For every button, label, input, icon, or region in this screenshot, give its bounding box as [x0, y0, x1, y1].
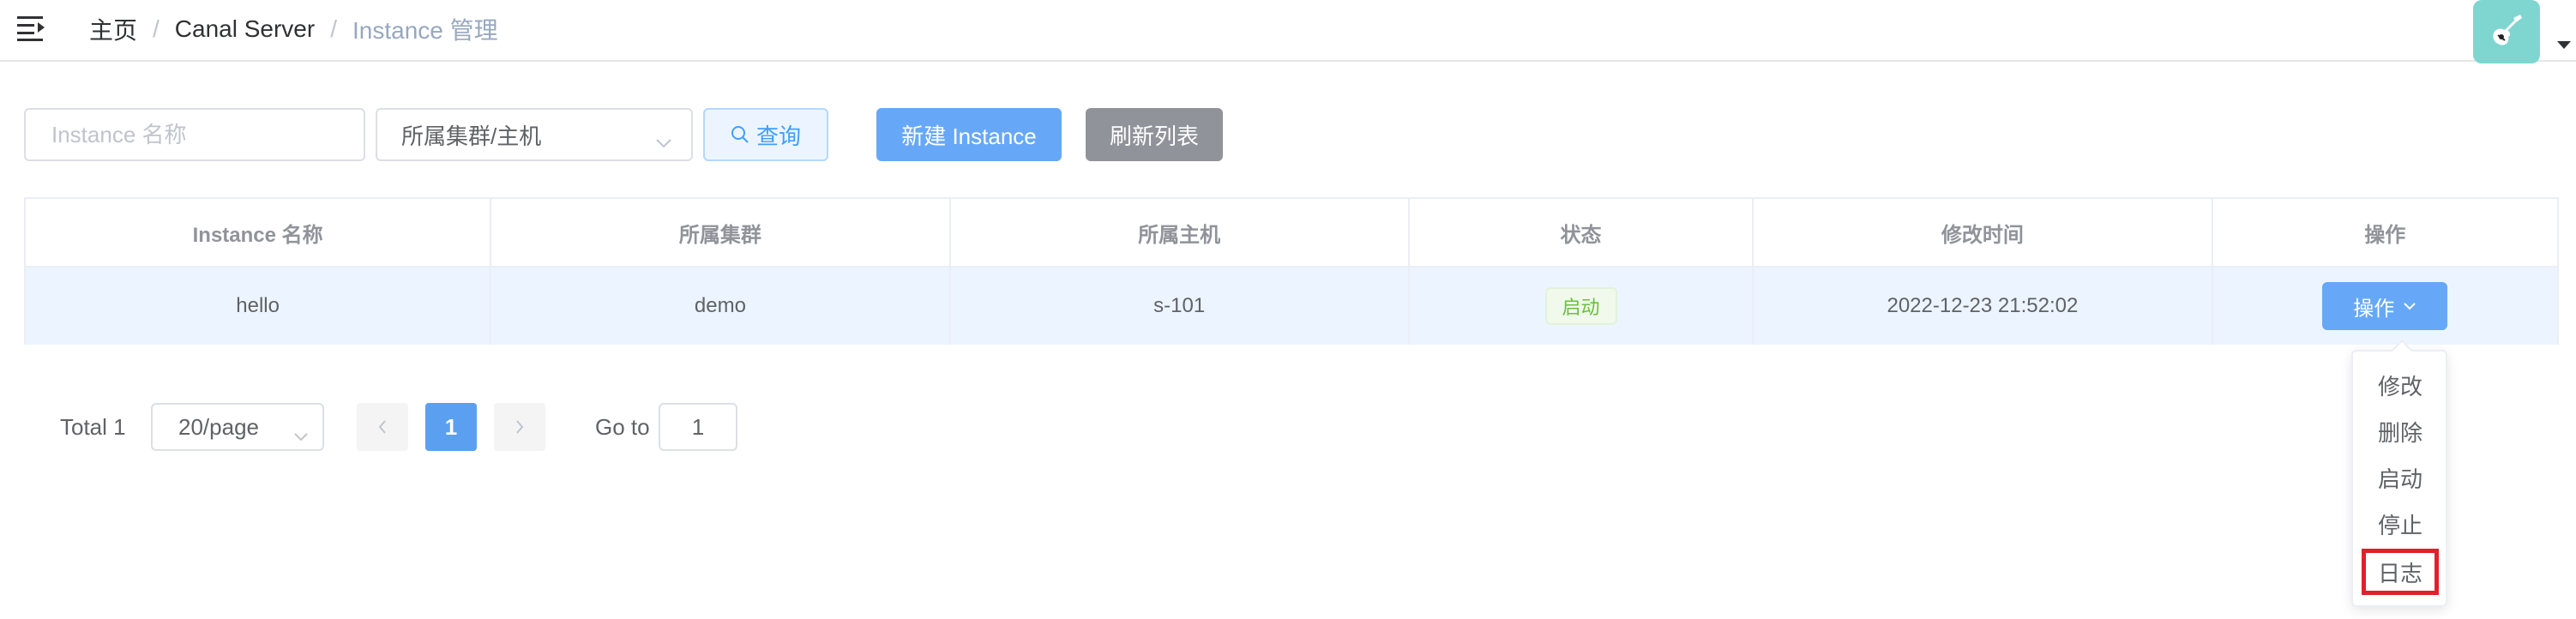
chevron-left-icon [378, 420, 386, 434]
menu-item-delete[interactable]: 删除 [2362, 408, 2439, 454]
caret-down-icon[interactable] [2557, 41, 2571, 49]
breadcrumb-separator: / [330, 15, 337, 42]
chevron-down-icon [2404, 303, 2416, 310]
table-row[interactable]: hello demo s-101 启动 2022-12-23 21:52:02 … [26, 267, 2557, 345]
sidebar-toggle-icon[interactable] [17, 15, 48, 41]
chevron-down-icon [293, 422, 309, 448]
cell-modified-time: 2022-12-23 21:52:02 [1754, 267, 2213, 345]
search-icon [731, 126, 749, 143]
goto-label: Go to [595, 413, 650, 440]
menu-item-logs[interactable]: 日志 [2362, 549, 2439, 595]
previous-page-button[interactable] [357, 403, 408, 451]
goto-page-input[interactable] [659, 403, 737, 451]
top-navbar: 主页 / Canal Server / Instance 管理 [0, 0, 2576, 63]
query-button[interactable]: 查询 [703, 108, 828, 161]
actions-button-label: 操作 [2353, 297, 2395, 321]
actions-dropdown-menu: 修改 删除 启动 停止 日志 [2351, 340, 2447, 607]
page-size-value: 20/page [178, 413, 259, 440]
breadcrumb-separator: / [153, 15, 159, 42]
chevron-right-icon [516, 420, 524, 434]
cell-actions: 操作 [2213, 267, 2557, 345]
cell-host: s-101 [951, 267, 1410, 345]
query-button-label: 查询 [755, 123, 801, 149]
pagination-total: Total 1 [60, 413, 126, 440]
cell-instance-name: hello [26, 267, 492, 345]
cluster-host-select[interactable]: 所属集群/主机 [376, 108, 693, 161]
breadcrumb-canal-server[interactable]: Canal Server [175, 15, 315, 43]
column-header-actions: 操作 [2364, 223, 2406, 247]
menu-item-start[interactable]: 启动 [2362, 454, 2439, 501]
column-header-name: Instance 名称 [26, 199, 492, 266]
column-header-cluster: 所属集群 [491, 199, 951, 266]
new-instance-label: 新建 Instance [901, 123, 1037, 149]
refresh-list-button[interactable]: 刷新列表 [1086, 108, 1223, 161]
cell-cluster: demo [491, 267, 951, 345]
cluster-host-select-value: 所属集群/主机 [401, 123, 542, 149]
instance-table: Instance 名称 所属集群 所属主机 状态 修改时间 操作 hello d… [24, 197, 2559, 345]
breadcrumb-home[interactable]: 主页 [89, 12, 137, 46]
column-header-host: 所属主机 [951, 199, 1410, 266]
refresh-list-label: 刷新列表 [1109, 123, 1199, 149]
user-avatar[interactable] [2473, 0, 2540, 63]
table-header-row: Instance 名称 所属集群 所属主机 状态 修改时间 操作 [26, 199, 2557, 267]
page-number-button[interactable]: 1 [425, 403, 477, 451]
guitar-icon [2493, 15, 2522, 45]
menu-item-stop[interactable]: 停止 [2362, 501, 2439, 547]
breadcrumb-current: Instance 管理 [352, 17, 498, 44]
instance-name-input[interactable] [24, 108, 365, 161]
actions-dropdown-button[interactable]: 操作 [2322, 282, 2448, 330]
column-header-modified: 修改时间 [1754, 199, 2213, 266]
menu-item-edit[interactable]: 修改 [2362, 362, 2439, 408]
page-size-select[interactable]: 20/page [151, 403, 324, 451]
status-badge: 启动 [1544, 287, 1617, 325]
column-header-status: 状态 [1410, 199, 1754, 266]
next-page-button[interactable] [494, 403, 545, 451]
new-instance-button[interactable]: 新建 Instance [876, 108, 1062, 161]
breadcrumb: 主页 / Canal Server / Instance 管理 [89, 12, 498, 46]
chevron-down-icon [655, 129, 672, 155]
cell-status: 启动 [1410, 267, 1754, 345]
